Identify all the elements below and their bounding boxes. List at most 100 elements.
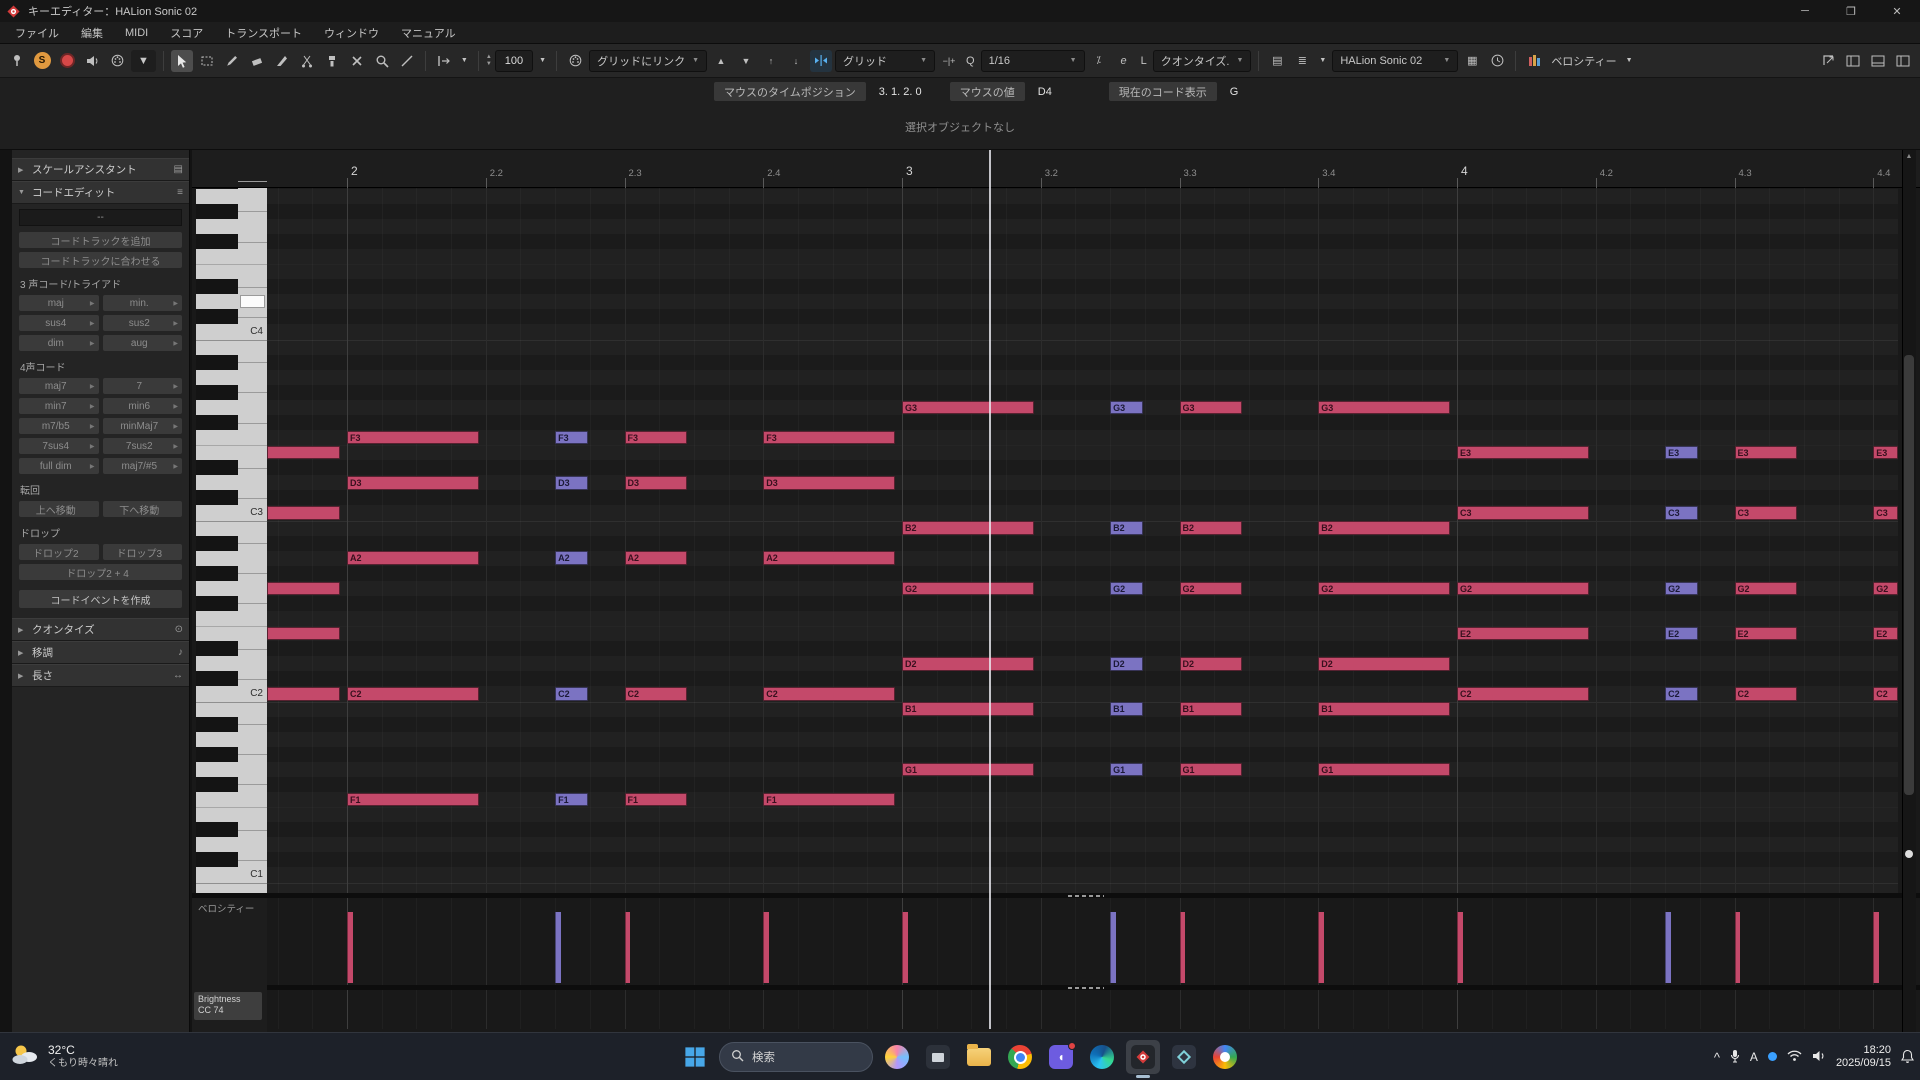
midi-note[interactable]: B2: [1179, 521, 1242, 535]
midi-note[interactable]: E3: [1457, 445, 1589, 460]
left-zone-toggle-icon[interactable]: [1842, 50, 1864, 72]
chord-type-button[interactable]: min. ▶: [102, 295, 182, 311]
midi-note[interactable]: A2: [347, 551, 479, 566]
chord-type-button[interactable]: ドロップ2 + 4: [19, 564, 182, 580]
chord-type-button[interactable]: maj7/#5 ▶: [102, 458, 182, 474]
chord-type-button[interactable]: full dim ▶: [19, 458, 99, 474]
midi-note[interactable]: G2: [1110, 581, 1144, 596]
midi-note[interactable]: D3: [624, 476, 687, 490]
length-quantize-select[interactable]: クオンタイズ. ▼: [1152, 49, 1252, 72]
velocity-bar[interactable]: [1734, 912, 1740, 983]
layers-icon[interactable]: ≣: [1291, 50, 1313, 72]
erase-tool[interactable]: [246, 50, 268, 72]
menu-item[interactable]: マニュアル: [390, 25, 467, 41]
move-down-icon[interactable]: ↓: [785, 50, 807, 72]
chord-type-button[interactable]: m7/b5 ▶: [19, 418, 99, 434]
zoom-dot[interactable]: [1905, 850, 1913, 858]
scroll-up-icon[interactable]: ▲: [1904, 153, 1914, 163]
velocity-bar[interactable]: [763, 912, 769, 983]
iterative-quantize-icon[interactable]: ⁒: [1088, 50, 1110, 72]
menu-item[interactable]: ウィンドウ: [313, 25, 390, 41]
midi-input-icon[interactable]: [564, 50, 586, 72]
midi-note[interactable]: C2: [555, 687, 589, 701]
create-chord-event-button[interactable]: コードイベントを作成: [19, 590, 182, 608]
piano-key-black[interactable]: [196, 490, 238, 506]
piano-key-black[interactable]: [196, 233, 238, 250]
piano-key-black[interactable]: [196, 852, 238, 868]
feedback-icon[interactable]: [81, 50, 103, 72]
trim-tool[interactable]: [271, 50, 293, 72]
piano-key-black[interactable]: [196, 414, 238, 431]
midi-note[interactable]: F1: [555, 792, 589, 807]
midi-note[interactable]: E2: [1873, 626, 1898, 641]
start-icon[interactable]: [678, 1040, 712, 1074]
midi-note[interactable]: G2: [1318, 581, 1451, 596]
midi-note[interactable]: D3: [763, 476, 896, 490]
midi-note[interactable]: G2: [1873, 581, 1898, 596]
info-field-value[interactable]: 3. 1. 2. 0: [866, 86, 950, 98]
midi-note[interactable]: F3: [763, 430, 896, 445]
edge-icon[interactable]: [1085, 1040, 1119, 1074]
chord-type-button[interactable]: ドロップ3: [102, 544, 182, 560]
minimize-button[interactable]: ─: [1782, 0, 1828, 22]
velocity-bar[interactable]: [1179, 912, 1185, 983]
piano-key-black[interactable]: [196, 309, 238, 325]
midi-note[interactable]: B1: [1318, 702, 1451, 716]
midi-note[interactable]: G3: [1318, 400, 1451, 415]
velocity-bar[interactable]: [624, 912, 630, 983]
zoom-tool[interactable]: [371, 50, 393, 72]
grid-link-select[interactable]: グリッドにリンク ▼: [589, 49, 708, 72]
chat-icon[interactable]: ◖: [1044, 1040, 1078, 1074]
piano-key-black[interactable]: [196, 460, 238, 476]
midi-note[interactable]: E2: [1734, 626, 1797, 641]
nudge-up-icon[interactable]: ▲: [710, 50, 732, 72]
nudge-down-icon[interactable]: ▼: [735, 50, 757, 72]
piano-key-black[interactable]: [196, 354, 238, 370]
midi-note[interactable]: F3: [347, 430, 479, 445]
cc-lane-label[interactable]: Brightness CC 74: [194, 992, 262, 1020]
chevron-down-icon[interactable]: ▼: [131, 49, 156, 72]
sidebar-section-header[interactable]: ▶ 長さ ↔: [12, 664, 189, 687]
piano-key-black[interactable]: [196, 188, 238, 189]
weather-widget[interactable]: 32°C くもり時々晴れ: [10, 1033, 118, 1080]
chevron-down-icon[interactable]: ▼: [1316, 57, 1329, 64]
divider-handle[interactable]: [1068, 986, 1104, 989]
line-tool[interactable]: [396, 50, 418, 72]
midi-note[interactable]: G2: [902, 581, 1034, 596]
midi-note[interactable]: F1: [624, 792, 687, 807]
midi-note[interactable]: E2: [1665, 626, 1699, 641]
velocity-stepper[interactable]: ▲ ▼: [486, 54, 492, 68]
volume-icon[interactable]: [1812, 1050, 1826, 1065]
chord-type-button[interactable]: 7sus4 ▶: [19, 438, 99, 454]
divider-handle[interactable]: [1068, 894, 1104, 897]
velocity-bar[interactable]: [1110, 912, 1116, 983]
sidebar-section-header[interactable]: ▶ 移調 ♪: [12, 641, 189, 664]
matrix-icon[interactable]: ▦: [1461, 50, 1483, 72]
midi-note[interactable]: B1: [1179, 702, 1242, 716]
open-in-window-icon[interactable]: [1817, 50, 1839, 72]
midi-note[interactable]: [267, 506, 341, 520]
midi-note[interactable]: G1: [1179, 762, 1242, 777]
velocity-bar[interactable]: [1873, 912, 1879, 983]
lane-divider[interactable]: [192, 893, 1920, 898]
midi-note[interactable]: B1: [902, 702, 1034, 716]
midi-note[interactable]: C2: [1457, 687, 1589, 701]
solo-button[interactable]: S: [31, 50, 53, 72]
piano-key-black[interactable]: [196, 565, 238, 581]
piano-key-black[interactable]: [196, 716, 238, 732]
midi-note[interactable]: G2: [1665, 581, 1699, 596]
midi-note[interactable]: G1: [902, 762, 1034, 777]
midi-note[interactable]: C3: [1734, 506, 1797, 520]
chrome-icon[interactable]: [1003, 1040, 1037, 1074]
chord-type-button[interactable]: maj ▶: [19, 295, 99, 311]
chord-type-button[interactable]: maj7 ▶: [19, 378, 99, 394]
velocity-bar[interactable]: [555, 912, 561, 983]
midi-note[interactable]: B1: [1110, 702, 1144, 716]
piano-key-black[interactable]: [196, 671, 238, 687]
midi-note[interactable]: G1: [1110, 762, 1144, 777]
midi-note[interactable]: [267, 626, 341, 641]
midi-note[interactable]: [267, 445, 341, 460]
chord-track-button[interactable]: コードトラックを追加: [19, 232, 182, 248]
chevron-up-icon[interactable]: ^: [1714, 1050, 1720, 1065]
maximize-button[interactable]: ❐: [1828, 0, 1874, 22]
